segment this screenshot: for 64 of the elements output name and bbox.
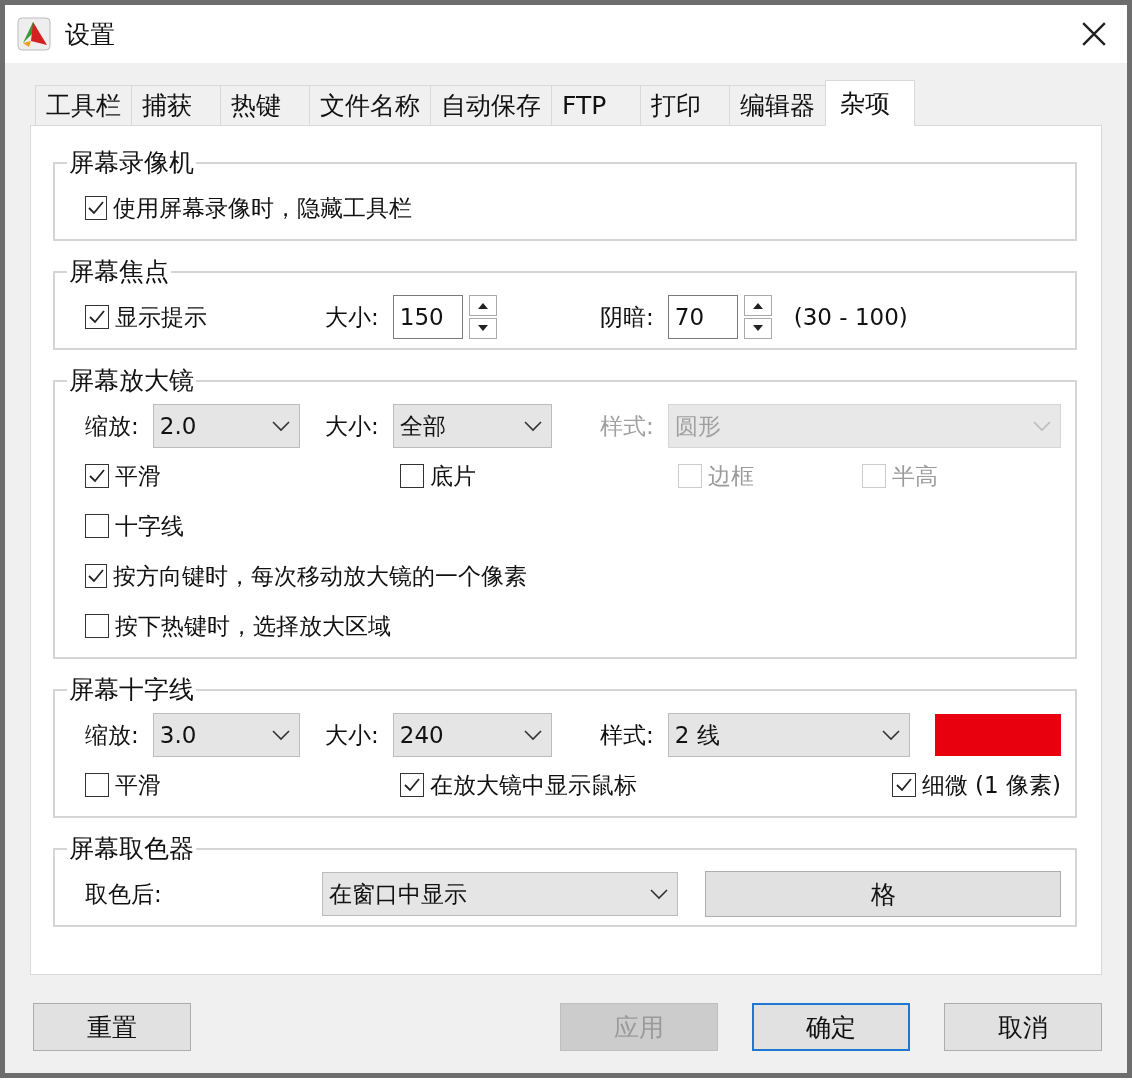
dropdown[interactable]: 在窗口中显示 — [322, 872, 678, 916]
close-icon[interactable] — [1081, 21, 1107, 47]
tab[interactable]: 工具栏 — [35, 85, 132, 125]
field-label: 大小: — [325, 720, 379, 750]
checkbox-label: 按方向键时，每次移动放大镜的一个像素 — [113, 561, 527, 591]
format-button[interactable]: 格 — [705, 871, 1061, 917]
field-label: 样式: — [600, 411, 654, 441]
checkbox[interactable] — [400, 464, 424, 488]
field-label: 大小: — [325, 411, 379, 441]
checkbox-label: 在放大镜中显示鼠标 — [430, 770, 637, 800]
checkbox[interactable] — [85, 773, 109, 797]
dialog-button[interactable]: 确定 — [752, 1003, 910, 1051]
checkbox-label: 使用屏幕录像时，隐藏工具栏 — [113, 193, 412, 223]
checkbox[interactable] — [85, 196, 107, 220]
checkbox[interactable] — [85, 464, 109, 488]
checkbox[interactable] — [400, 773, 424, 797]
dropdown[interactable]: 3.0 — [152, 713, 300, 757]
field-label: 大小: — [325, 302, 379, 332]
chevron-down-icon — [649, 888, 669, 900]
dropdown[interactable]: 240 — [392, 713, 552, 757]
checkbox[interactable] — [891, 773, 916, 797]
field-label: 阴暗: — [600, 302, 654, 332]
checkbox-label: 平滑 — [115, 461, 161, 491]
checkbox[interactable] — [85, 564, 107, 588]
checkbox-label: 平滑 — [115, 770, 161, 800]
group-title: 屏幕录像机 — [68, 147, 195, 179]
dropdown[interactable]: 全部 — [392, 404, 552, 448]
chevron-down-icon — [523, 420, 543, 432]
dialog-button[interactable]: 重置 — [33, 1003, 191, 1051]
dropdown[interactable]: 2.0 — [152, 404, 300, 448]
checkbox-label: 细微 (1 像素) — [921, 770, 1061, 800]
label-text: 取色后: — [85, 879, 163, 909]
checkbox[interactable] — [85, 514, 109, 538]
checkbox-label: 边框 — [708, 461, 754, 491]
checkbox-label: 半高 — [892, 461, 938, 491]
number-field[interactable]: 150 — [392, 295, 463, 339]
number-field[interactable]: 70 — [667, 295, 738, 339]
checkbox-label: 十字线 — [115, 511, 184, 541]
tab[interactable]: 杂项 — [825, 80, 915, 126]
checkbox[interactable] — [85, 614, 109, 638]
app-icon — [17, 17, 51, 51]
window-title: 设置 — [65, 18, 116, 51]
chevron-down-icon — [523, 729, 543, 741]
group-title: 屏幕取色器 — [68, 833, 195, 865]
field-label: 缩放: — [85, 720, 139, 750]
checkbox[interactable] — [85, 305, 109, 329]
dialog-button[interactable]: 取消 — [944, 1003, 1102, 1051]
chevron-down-icon — [271, 729, 291, 741]
group-title: 屏幕放大镜 — [68, 365, 195, 397]
chevron-down-icon — [271, 420, 291, 432]
field-label: 样式: — [600, 720, 654, 750]
chevron-down-icon — [1032, 420, 1052, 432]
spin-buttons[interactable] — [743, 295, 772, 339]
checkbox-label: 显示提示 — [115, 302, 207, 332]
group-title: 屏幕焦点 — [68, 256, 170, 288]
dropdown[interactable]: 2 线 — [667, 713, 910, 757]
color-swatch[interactable] — [935, 714, 1061, 756]
checkbox-label: 按下热键时，选择放大区域 — [115, 611, 391, 641]
label-text: (30 - 100) — [793, 304, 908, 330]
field-label: 缩放: — [85, 411, 139, 441]
chevron-down-icon — [881, 729, 901, 741]
checkbox-label: 底片 — [430, 461, 476, 491]
group-title: 屏幕十字线 — [68, 674, 195, 706]
spin-buttons[interactable] — [468, 295, 497, 339]
